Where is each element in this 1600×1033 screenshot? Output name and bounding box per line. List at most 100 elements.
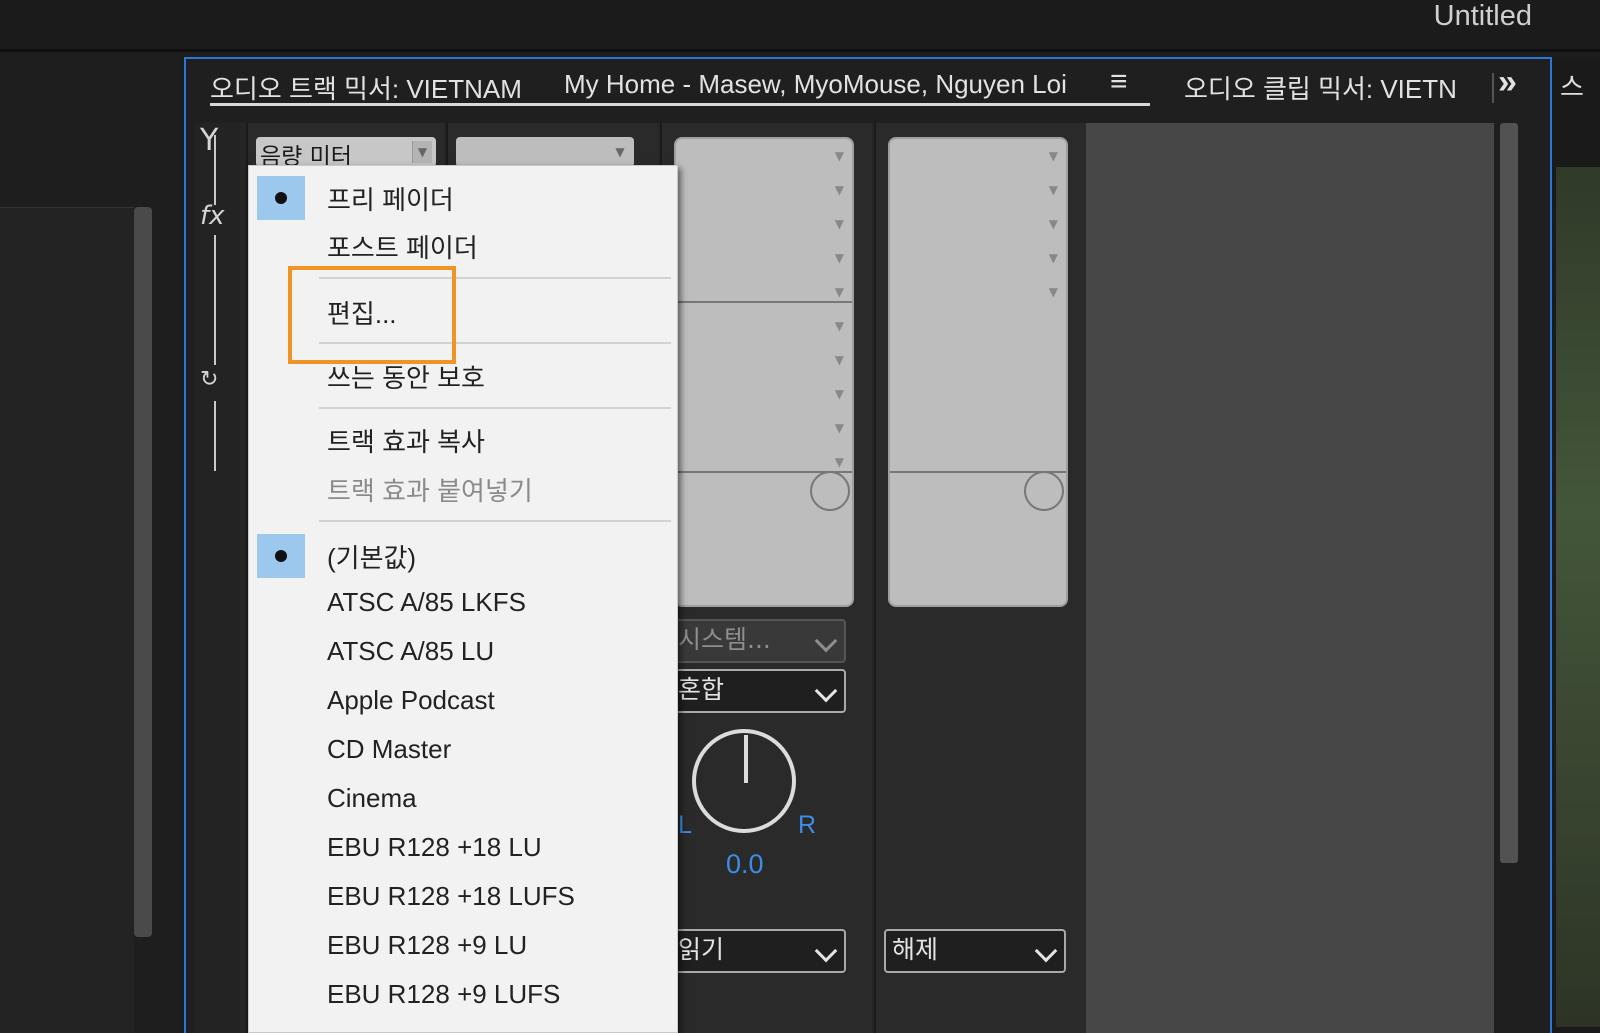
menu-item-preset-ebu-18-lufs[interactable]: EBU R128 +18 LUFS (249, 875, 677, 921)
chevron-down-icon[interactable]: ▼ (835, 217, 844, 231)
menu-item-paste-track-effects: 트랙 효과 붙여넣기 (249, 465, 677, 511)
section-gutter: Y fx ↻ (194, 123, 240, 1033)
input-icon[interactable]: Y (200, 123, 218, 158)
mixer-vertical-scrollbar[interactable] (1500, 123, 1518, 863)
chevron-down-icon[interactable]: ▼ (835, 285, 844, 299)
output-system-dropdown[interactable]: 시스템... (670, 619, 846, 663)
menu-item-preset-atsc-lu[interactable]: ATSC A/85 LU (249, 630, 677, 676)
output-system-label: 시스템... (678, 625, 771, 654)
left-panel (0, 57, 180, 1033)
send-icon[interactable]: ↻ (200, 367, 218, 392)
program-monitor-thumbnail (1556, 167, 1600, 1027)
chevron-down-icon[interactable]: ▼ (835, 353, 844, 367)
more-tabs-icon[interactable]: » (1498, 63, 1517, 102)
chevron-down-icon (814, 679, 838, 703)
chevron-down-icon: ▼ (412, 141, 432, 163)
menu-item-label: (기본값) (327, 543, 417, 573)
pan-value[interactable]: 0.0 (726, 849, 764, 880)
menu-item-preset-cinema[interactable]: Cinema (249, 777, 677, 823)
chevron-down-icon[interactable]: ▼ (835, 421, 844, 435)
menu-item-label: Apple Podcast (327, 685, 495, 715)
chevron-down-icon[interactable]: ▼ (835, 319, 844, 333)
menu-item-preset-ebu-9-lufs[interactable]: EBU R128 +9 LUFS (249, 973, 677, 1019)
window-title: Untitled (1433, 0, 1532, 32)
pan-left-label: L (678, 811, 692, 839)
menu-item-preset-default[interactable]: (기본값) (249, 532, 677, 578)
chevron-down-icon[interactable]: ▼ (835, 387, 844, 401)
menu-item-pre-fader[interactable]: 프리 페이더 (249, 174, 677, 220)
track-strip-d: ▼ ▼ ▼ ▼ ▼ 해제 (874, 123, 1086, 1033)
automation-mode-dropdown-d[interactable]: 해제 (884, 929, 1066, 973)
gutter-line (214, 401, 216, 471)
effects-slots-d[interactable]: ▼ ▼ ▼ ▼ ▼ (888, 137, 1068, 607)
menu-item-copy-track-effects[interactable]: 트랙 효과 복사 (249, 416, 677, 462)
gutter-line (214, 235, 216, 365)
chevron-down-icon[interactable]: ▼ (835, 455, 844, 469)
right-panel-tab[interactable]: 스 (1560, 67, 1584, 104)
send-level-knob[interactable] (1024, 471, 1064, 511)
pan-knob[interactable] (692, 729, 796, 833)
menu-item-label: EBU R128 +9 LU (327, 930, 528, 960)
mix-mode-label: 혼합 (678, 675, 725, 704)
chevron-down-icon: ▼ (610, 141, 630, 163)
tab-separator (1492, 73, 1494, 103)
radio-check-icon (257, 176, 305, 220)
track-strip-c: ▼ ▼ ▼ ▼ ▼ ▼ ▼ ▼ ▼ ▼ 시스템... 혼합 L R 0.0 읽기 (660, 123, 872, 1033)
chevron-down-icon[interactable]: ▼ (835, 149, 844, 163)
menu-item-label: 프리 페이더 (327, 185, 454, 215)
menu-item-label: EBU R128 +9 LUFS (327, 979, 561, 1009)
menu-item-label: CD Master (327, 734, 452, 764)
automation-mode-dropdown[interactable]: 읽기 (670, 929, 846, 973)
automation-mode-label-d: 해제 (892, 935, 939, 964)
menu-item-label: EBU R128 +18 LUFS (327, 881, 575, 911)
chevron-down-icon[interactable]: ▼ (1049, 251, 1058, 265)
panel-menu-icon[interactable]: ≡ (1110, 65, 1128, 99)
send-level-knob[interactable] (810, 471, 850, 511)
chevron-down-icon (814, 629, 838, 653)
pan-right-label: R (798, 811, 817, 839)
radio-check-icon (257, 534, 305, 578)
menu-separator (319, 407, 671, 409)
left-panel-scrollbar[interactable] (134, 207, 152, 937)
tab-sequence-name[interactable]: My Home - Masew, MyoMouse, Nguyen Loi (564, 69, 1067, 100)
right-panel-edge: 스 (1552, 57, 1600, 1033)
fx-icon[interactable]: fx (200, 201, 225, 231)
menu-item-label: 트랙 효과 붙여넣기 (327, 476, 533, 506)
chevron-down-icon[interactable]: ▼ (1049, 183, 1058, 197)
active-tab-underline (210, 103, 1150, 106)
automation-mode-label: 읽기 (678, 935, 725, 964)
chevron-down-icon[interactable]: ▼ (835, 183, 844, 197)
chevron-down-icon[interactable]: ▼ (835, 251, 844, 265)
menu-item-label: ATSC A/85 LKFS (327, 587, 526, 617)
menu-item-label: 트랙 효과 복사 (327, 427, 485, 457)
pan-knob-needle (744, 735, 748, 783)
mixer-empty-area (1086, 123, 1494, 1033)
menu-item-preset-cd-master[interactable]: CD Master (249, 728, 677, 774)
chevron-down-icon (814, 939, 838, 963)
menu-item-label: 포스트 페이더 (327, 233, 478, 263)
menu-item-post-fader[interactable]: 포스트 페이더 (249, 222, 677, 268)
left-panel-content (0, 207, 134, 1033)
panel-tabbar: 오디오 트랙 믹서: VIETNAM My Home - Masew, MyoM… (186, 59, 1550, 121)
chevron-down-icon[interactable]: ▼ (1049, 217, 1058, 231)
tab-audio-track-mixer[interactable]: 오디오 트랙 믹서: VIETNAM (210, 69, 522, 106)
tab-audio-clip-mixer[interactable]: 오디오 클립 믹서: VIETN (1184, 69, 1457, 106)
app-titlebar: Untitled (0, 0, 1600, 52)
menu-item-preset-atsc-lkfs[interactable]: ATSC A/85 LKFS (249, 581, 677, 627)
edit-item-highlight (288, 266, 456, 364)
chevron-down-icon[interactable]: ▼ (1049, 149, 1058, 163)
menu-item-label: EBU R128 +18 LU (327, 832, 542, 862)
menu-separator (319, 520, 671, 522)
menu-item-preset-apple-podcast[interactable]: Apple Podcast (249, 679, 677, 725)
chevron-down-icon[interactable]: ▼ (1049, 285, 1058, 299)
menu-item-label: Cinema (327, 783, 417, 813)
fx-send-divider (676, 301, 852, 303)
mix-mode-dropdown[interactable]: 혼합 (670, 669, 846, 713)
effects-slots[interactable]: ▼ ▼ ▼ ▼ ▼ ▼ ▼ ▼ ▼ ▼ (674, 137, 854, 607)
menu-item-preset-ebu-18-lu[interactable]: EBU R128 +18 LU (249, 826, 677, 872)
chevron-down-icon (1034, 939, 1058, 963)
loudness-meter-select[interactable]: 음량 미터 ▼ (256, 137, 436, 170)
track-b-input-select[interactable]: ▼ (456, 137, 634, 167)
menu-item-label: ATSC A/85 LU (327, 636, 495, 666)
menu-item-preset-ebu-9-lu[interactable]: EBU R128 +9 LU (249, 924, 677, 970)
